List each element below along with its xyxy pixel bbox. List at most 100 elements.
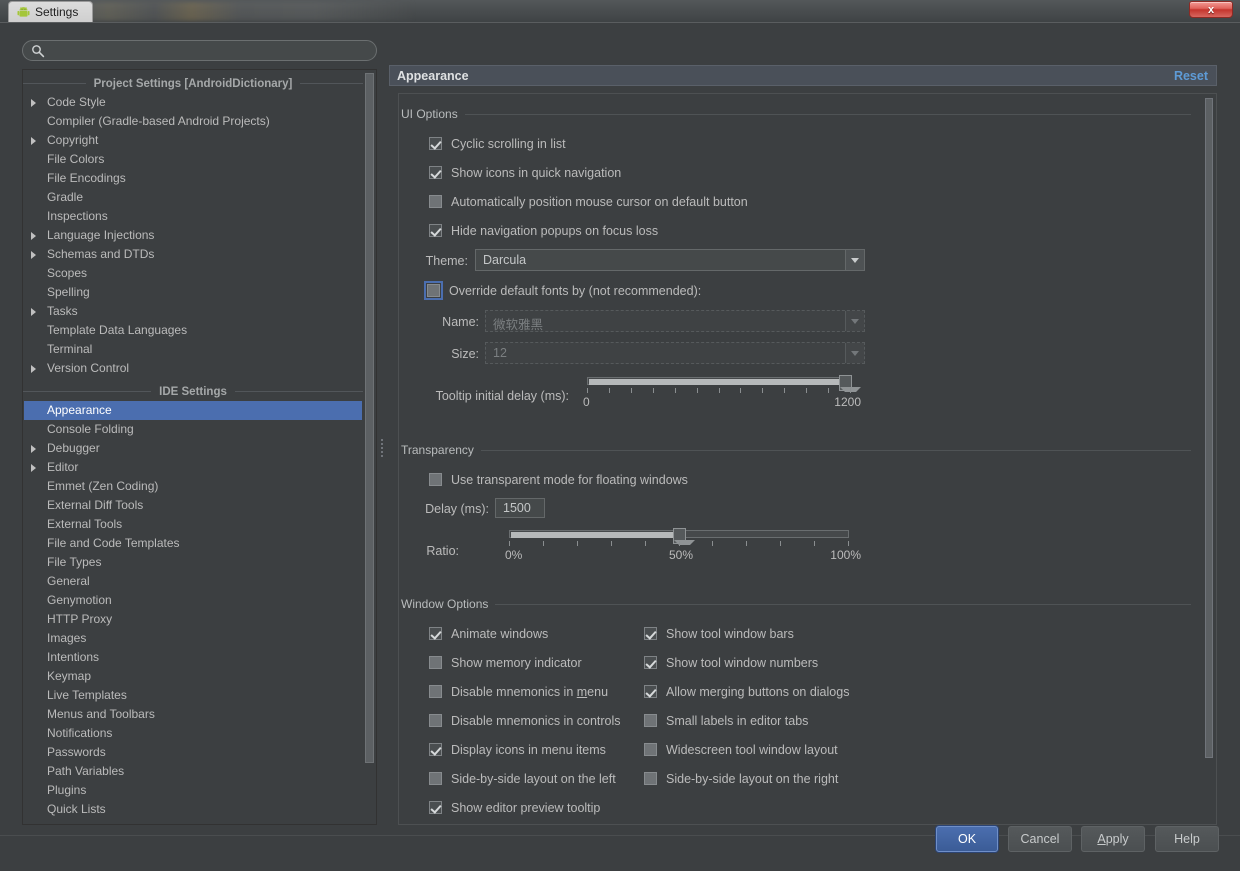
chevron-right-icon[interactable]	[31, 137, 36, 145]
sidebar-item-template-data-languages[interactable]: Template Data Languages	[23, 321, 363, 340]
checkbox-animate-windows[interactable]: Animate windows	[429, 625, 548, 642]
sidebar-item-gradle[interactable]: Gradle	[23, 188, 363, 207]
checkbox-show-icons-quick-nav[interactable]: Show icons in quick navigation	[429, 164, 621, 181]
chevron-down-icon[interactable]	[845, 343, 864, 363]
search-field[interactable]	[22, 40, 377, 62]
checkbox-side-by-side-right[interactable]: Side-by-side layout on the right	[644, 770, 838, 787]
checkbox-box[interactable]	[644, 714, 657, 727]
ok-button[interactable]: OK	[936, 826, 998, 852]
sidebar-item-file-types[interactable]: File Types	[23, 553, 363, 572]
sidebar-item-appearance[interactable]: Appearance	[24, 401, 362, 420]
sidebar-item-external-tools[interactable]: External Tools	[23, 515, 363, 534]
sidebar-item-debugger[interactable]: Debugger	[23, 439, 363, 458]
sidebar-item-version-control[interactable]: Version Control	[23, 359, 363, 378]
sidebar-scrollbar[interactable]	[364, 71, 375, 823]
sidebar-item-terminal[interactable]: Terminal	[23, 340, 363, 359]
chevron-right-icon[interactable]	[31, 232, 36, 240]
checkbox-disable-mnemonics-menu[interactable]: Disable mnemonics in menu	[429, 683, 608, 700]
chevron-right-icon[interactable]	[31, 464, 36, 472]
sidebar-item-plugins[interactable]: Plugins	[23, 781, 363, 800]
checkbox-box[interactable]	[429, 743, 442, 756]
sidebar-item-passwords[interactable]: Passwords	[23, 743, 363, 762]
checkbox-box[interactable]	[644, 627, 657, 640]
sidebar-item-spelling[interactable]: Spelling	[23, 283, 363, 302]
checkbox-box[interactable]	[644, 685, 657, 698]
checkbox-hide-nav-popups[interactable]: Hide navigation popups on focus loss	[429, 222, 658, 239]
chevron-down-icon[interactable]	[845, 250, 864, 270]
checkbox-box[interactable]	[429, 166, 442, 179]
panel-scrollbar-thumb[interactable]	[1205, 98, 1213, 758]
sidebar-item-console-folding[interactable]: Console Folding	[23, 420, 363, 439]
sidebar-item-external-diff-tools[interactable]: External Diff Tools	[23, 496, 363, 515]
sidebar-item-general[interactable]: General	[23, 572, 363, 591]
checkbox-show-tool-window-bars[interactable]: Show tool window bars	[644, 625, 794, 642]
checkbox-box[interactable]	[429, 195, 442, 208]
checkbox-box[interactable]	[644, 743, 657, 756]
transparency-delay-input[interactable]: 1500	[495, 498, 545, 518]
checkbox-box[interactable]	[644, 656, 657, 669]
checkbox-box[interactable]	[429, 714, 442, 727]
window-tab-settings[interactable]: Settings	[8, 1, 94, 22]
chevron-right-icon[interactable]	[31, 251, 36, 259]
apply-button[interactable]: Apply	[1081, 826, 1145, 852]
theme-dropdown[interactable]: Darcula	[475, 249, 865, 271]
help-button[interactable]: Help	[1155, 826, 1219, 852]
chevron-right-icon[interactable]	[31, 99, 36, 107]
sidebar-item-code-style[interactable]: Code Style	[23, 93, 363, 112]
checkbox-transparent-mode[interactable]: Use transparent mode for floating window…	[429, 471, 688, 488]
checkbox-cyclic-scrolling[interactable]: Cyclic scrolling in list	[429, 135, 566, 152]
sidebar-item-intentions[interactable]: Intentions	[23, 648, 363, 667]
checkbox-box[interactable]	[424, 281, 443, 300]
checkbox-box[interactable]	[429, 137, 442, 150]
sidebar-item-language-injections[interactable]: Language Injections	[23, 226, 363, 245]
sidebar-item-emmet-zen-coding[interactable]: Emmet (Zen Coding)	[23, 477, 363, 496]
checkbox-box[interactable]	[429, 656, 442, 669]
checkbox-box[interactable]	[429, 772, 442, 785]
panel-splitter[interactable]	[378, 69, 388, 825]
font-size-dropdown[interactable]: 12	[485, 342, 865, 364]
checkbox-box[interactable]	[429, 627, 442, 640]
checkbox-show-tool-window-numbers[interactable]: Show tool window numbers	[644, 654, 818, 671]
sidebar-item-quick-lists[interactable]: Quick Lists	[23, 800, 363, 819]
checkbox-auto-position-cursor[interactable]: Automatically position mouse cursor on d…	[429, 193, 748, 210]
checkbox-display-icons-menu-items[interactable]: Display icons in menu items	[429, 741, 606, 758]
sidebar-item-copyright[interactable]: Copyright	[23, 131, 363, 150]
checkbox-show-memory-indicator[interactable]: Show memory indicator	[429, 654, 582, 671]
settings-tree[interactable]: Project Settings [AndroidDictionary] Code…	[22, 69, 377, 825]
checkbox-override-fonts[interactable]: Override default fonts by (not recommend…	[424, 281, 701, 300]
sidebar-item-images[interactable]: Images	[23, 629, 363, 648]
slider-track[interactable]	[587, 377, 851, 385]
checkbox-disable-mnemonics-controls[interactable]: Disable mnemonics in controls	[429, 712, 621, 729]
sidebar-scrollbar-thumb[interactable]	[365, 73, 374, 763]
checkbox-allow-merging-buttons[interactable]: Allow merging buttons on dialogs	[644, 683, 849, 700]
sidebar-item-genymotion[interactable]: Genymotion	[23, 591, 363, 610]
sidebar-item-live-templates[interactable]: Live Templates	[23, 686, 363, 705]
checkbox-box[interactable]	[429, 801, 442, 814]
sidebar-item-http-proxy[interactable]: HTTP Proxy	[23, 610, 363, 629]
reset-link[interactable]: Reset	[1174, 69, 1208, 83]
sidebar-item-notifications[interactable]: Notifications	[23, 724, 363, 743]
sidebar-item-file-and-code-templates[interactable]: File and Code Templates	[23, 534, 363, 553]
checkbox-box[interactable]	[429, 224, 442, 237]
checkbox-box[interactable]	[429, 473, 442, 486]
chevron-right-icon[interactable]	[31, 445, 36, 453]
close-button[interactable]: x	[1189, 1, 1233, 18]
panel-scrollbar[interactable]	[1204, 97, 1214, 821]
sidebar-item-editor[interactable]: Editor	[23, 458, 363, 477]
search-input[interactable]	[49, 41, 373, 62]
sidebar-item-schemas-and-dtds[interactable]: Schemas and DTDs	[23, 245, 363, 264]
sidebar-item-menus-and-toolbars[interactable]: Menus and Toolbars	[23, 705, 363, 724]
sidebar-item-file-encodings[interactable]: File Encodings	[23, 169, 363, 188]
checkbox-side-by-side-left[interactable]: Side-by-side layout on the left	[429, 770, 616, 787]
sidebar-item-keymap[interactable]: Keymap	[23, 667, 363, 686]
sidebar-item-compiler-gradle-based-android-projects[interactable]: Compiler (Gradle-based Android Projects)	[23, 112, 363, 131]
sidebar-item-tasks[interactable]: Tasks	[23, 302, 363, 321]
sidebar-item-scopes[interactable]: Scopes	[23, 264, 363, 283]
sidebar-item-path-variables[interactable]: Path Variables	[23, 762, 363, 781]
chevron-down-icon[interactable]	[845, 311, 864, 331]
checkbox-widescreen-tool-window-layout[interactable]: Widescreen tool window layout	[644, 741, 838, 758]
checkbox-show-editor-preview-tooltip[interactable]: Show editor preview tooltip	[429, 799, 600, 816]
checkbox-box[interactable]	[429, 685, 442, 698]
chevron-right-icon[interactable]	[31, 308, 36, 316]
checkbox-box[interactable]	[644, 772, 657, 785]
